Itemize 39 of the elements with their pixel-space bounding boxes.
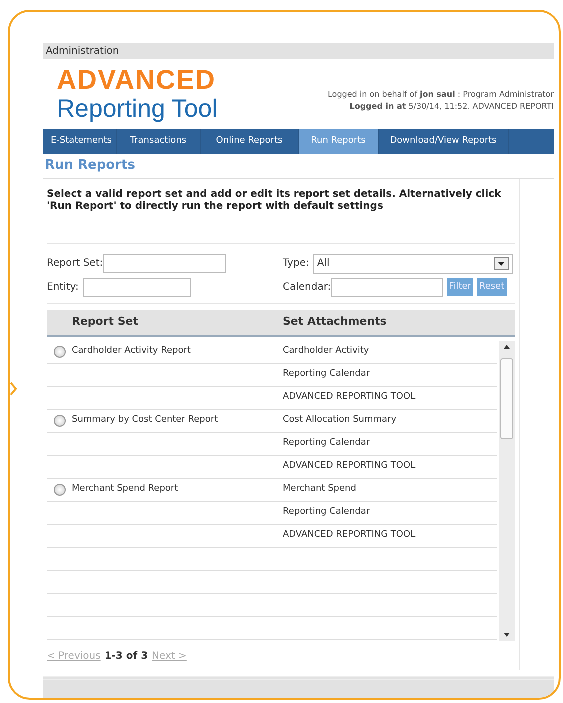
radio-button[interactable]: [54, 484, 66, 496]
table-cell-text: Reporting Calendar: [283, 368, 370, 381]
table-cell-text: Cardholder Activity: [283, 344, 370, 358]
nav-tab[interactable]: Transactions: [117, 129, 201, 154]
logo-text: ADVANCED: [57, 65, 218, 95]
field-label: Report Set:: [47, 257, 104, 271]
dropdown-value: All: [317, 257, 330, 271]
field-label: Calendar:: [283, 280, 332, 294]
table-cell: Summary by Cost Center Report: [72, 414, 218, 425]
table-cell-text: ADVANCED REPORTING TOOL: [283, 460, 416, 473]
table-cell-text: Reporting Calendar: [283, 506, 370, 519]
logo-text: Reporting Tool: [57, 95, 218, 123]
login-info-text: Logged in at 5/30/14, 11:52. ADVANCED REPORTI: [348, 101, 554, 113]
table-cell-text: ADVANCED REPORTING TOOL: [283, 528, 416, 542]
table-cell-text: Reporting Calendar: [283, 436, 370, 450]
page-range-text: 1-3 of 3: [104, 650, 148, 662]
field-label: Entity:: [47, 280, 79, 294]
column-header: Report Set: [72, 314, 140, 330]
report-set-field[interactable]: [103, 254, 226, 273]
nav-tab[interactable]: E-Statements: [43, 129, 117, 154]
table-cell-text: ADVANCED REPORTING TOOL: [283, 390, 416, 404]
radio-button[interactable]: [54, 414, 66, 426]
page-title: Run Reports: [43, 154, 554, 178]
instructions-text: Select a valid report set and add or edit its report set details. Alternatively click 'Run Report' to directly run the report with default settings: [47, 178, 515, 244]
admin-menu-bar[interactable]: Administration: [43, 43, 554, 59]
caret-icon: [494, 257, 510, 270]
column-header: Set Attachments: [283, 314, 387, 330]
login-info-text: Logged in on behalf of jon saul : Program Administrator: [328, 89, 554, 101]
calendar-field[interactable]: [331, 278, 444, 296]
table-cell: Merchant Spend Report: [72, 484, 178, 494]
nav-tab[interactable]: Download/View Reports: [379, 129, 509, 154]
table-cell-text: Cost Allocation Summary: [283, 414, 397, 427]
table-cell-text: Merchant Spend: [283, 482, 356, 496]
entity-field[interactable]: [82, 278, 191, 296]
field-label: Type:: [283, 257, 310, 271]
scrollbar[interactable]: [499, 340, 515, 640]
type-dropdown[interactable]: All: [313, 254, 514, 274]
radio-button[interactable]: [54, 346, 66, 358]
table-cell: Cardholder Activity Report: [72, 346, 191, 356]
